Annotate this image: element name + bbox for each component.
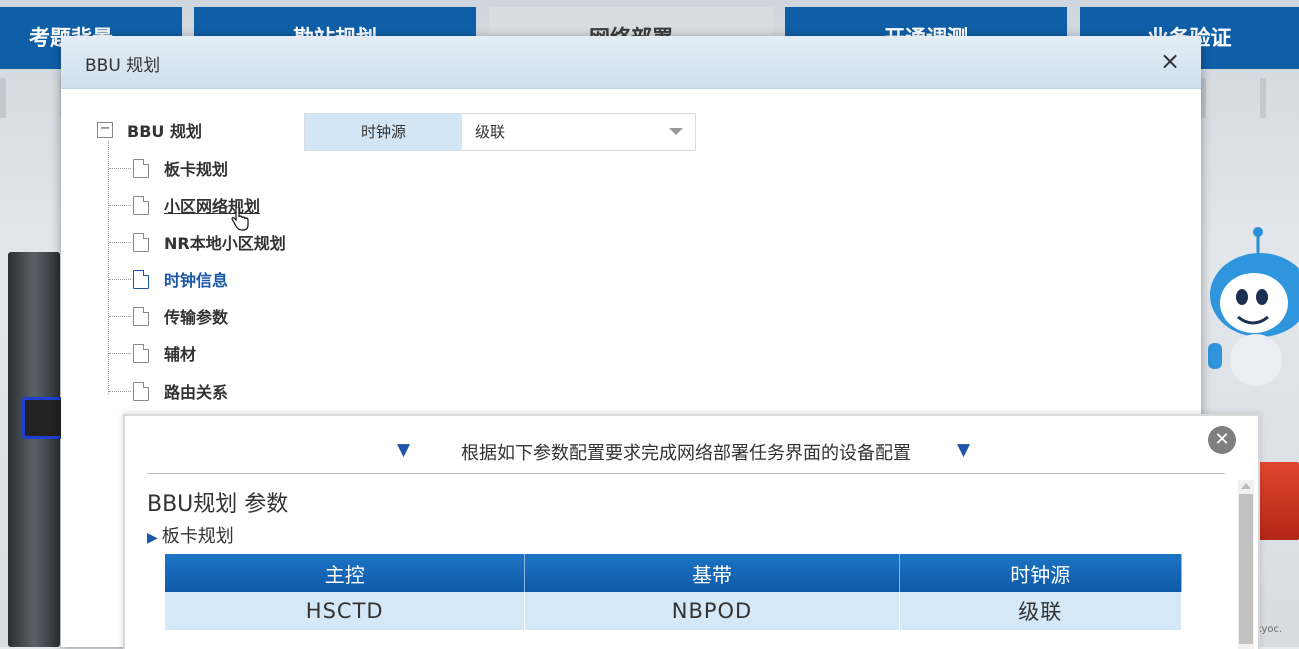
table-cell: 级联	[899, 592, 1183, 630]
table-header-cell: 时钟源	[899, 554, 1183, 592]
document-icon	[133, 232, 149, 252]
section-title: BBU规划 参数	[147, 492, 289, 517]
tree-item-clock-info[interactable]: 时钟信息	[109, 264, 228, 294]
clock-source-select[interactable]: 级联	[462, 114, 695, 150]
equipment-rack	[8, 252, 60, 647]
table-header-row: 主控 基带 时钟源	[165, 554, 1183, 592]
table-row: HSCTD NBPOD 级联	[165, 592, 1183, 630]
requirements-panel: ▼ 根据如下参数配置要求完成网络部署任务界面的设备配置 ▼ ✕ BBU规划 参数…	[123, 414, 1260, 649]
clock-source-label: 时钟源	[305, 114, 462, 150]
dialog-title: BBU 规划	[85, 56, 161, 76]
panel-header: ▼ 根据如下参数配置要求完成网络部署任务界面的设备配置 ▼	[147, 416, 1225, 474]
panel-body: BBU规划 参数 ▶ 板卡规划 主控 基带 时钟源 HSCTD NBPOD 级联	[147, 482, 1207, 649]
tree-item-label: 传输参数	[164, 308, 229, 327]
tree-item-label: 板卡规划	[164, 160, 229, 179]
hand-cursor-icon	[231, 208, 249, 231]
table-header-cell: 主控	[165, 554, 526, 592]
table-cell: NBPOD	[524, 592, 900, 630]
tree-item-label: 辅材	[164, 345, 197, 364]
tree-item-nr-local-cell[interactable]: NR本地小区规划	[109, 227, 286, 257]
document-icon	[133, 381, 149, 401]
tree-root[interactable]: − BBU 规划	[97, 116, 202, 144]
sub-section-toggle[interactable]: ▶ 板卡规划	[147, 522, 234, 548]
tree-item-label: 路由关系	[164, 383, 229, 402]
tree-item-routing[interactable]: 路由关系	[109, 376, 228, 406]
chevron-down-icon	[669, 128, 683, 135]
collapse-icon[interactable]: −	[97, 122, 113, 138]
clock-source-field: 时钟源 级联	[304, 113, 696, 151]
close-icon[interactable]: ✕	[1208, 426, 1236, 454]
document-icon	[133, 343, 149, 363]
tree-item-materials[interactable]: 辅材	[109, 338, 196, 368]
triangle-down-icon: ▼	[957, 440, 971, 460]
close-icon[interactable]: ×	[1157, 48, 1183, 74]
panel-header-text: 根据如下参数配置要求完成网络部署任务界面的设备配置	[461, 443, 911, 464]
param-table: 主控 基带 时钟源 HSCTD NBPOD 级联	[165, 554, 1183, 630]
triangle-right-icon: ▶	[147, 530, 158, 546]
tree-item-label: NR本地小区规划	[164, 234, 286, 253]
document-icon	[133, 195, 149, 215]
document-icon	[133, 269, 149, 289]
tree-item-label: 时钟信息	[164, 271, 229, 290]
mascot-robot	[1208, 227, 1299, 386]
tree-root-label: BBU 规划	[127, 122, 202, 141]
tree-item-board-planning[interactable]: 板卡规划	[109, 153, 228, 183]
panel-scrollbar[interactable]	[1238, 480, 1254, 649]
dialog-header: BBU 规划 ×	[61, 36, 1201, 89]
tree-item-transport-params[interactable]: 传输参数	[109, 301, 228, 331]
document-icon	[133, 158, 149, 178]
scroll-thumb[interactable]	[1239, 494, 1253, 644]
fire-cabinet	[1256, 462, 1299, 540]
sub-section-label: 板卡规划	[161, 526, 234, 547]
table-header-cell: 基带	[524, 554, 900, 592]
document-icon	[133, 306, 149, 326]
clock-source-value: 级联	[475, 123, 506, 141]
table-cell: HSCTD	[165, 592, 526, 630]
scroll-up-icon[interactable]	[1241, 483, 1251, 489]
